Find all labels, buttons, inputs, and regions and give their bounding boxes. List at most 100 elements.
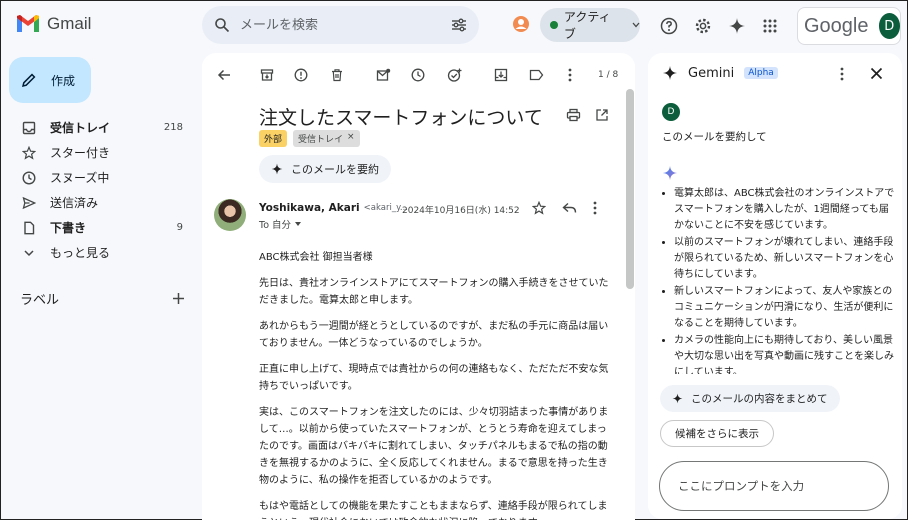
more-vert-icon[interactable] <box>840 67 844 81</box>
message-toolbar: 1 / 8 <box>202 59 635 91</box>
sidebar-item-starred[interactable]: スター付き <box>1 140 197 165</box>
print-icon[interactable] <box>566 108 581 122</box>
inbox-tag-label: 受信トレイ <box>298 135 344 145</box>
user-prompt: このメールを要約して <box>662 131 767 143</box>
gemini-spark-icon[interactable] <box>725 14 749 38</box>
add-label-icon[interactable] <box>172 292 185 305</box>
subject-actions <box>566 108 609 122</box>
body-paragraph: もはや電話としての機能を果たすこともままならず、連絡手段が限られてしまうという、… <box>259 501 608 520</box>
gemini-composer: このメールの内容をまとめて 候補をさらに表示 <box>648 375 902 519</box>
message-labels: 外部 受信トレイ × <box>259 130 360 147</box>
more-vert-icon[interactable] <box>562 67 578 83</box>
sidebar-item-drafts[interactable]: 下書き 9 <box>1 215 197 240</box>
sidebar-item-snoozed[interactable]: スヌーズ中 <box>1 165 197 190</box>
chevron-down-icon <box>632 22 640 28</box>
compose-button[interactable]: 作成 <box>9 57 91 103</box>
sidebar-item-inbox[interactable]: 受信トレイ 218 <box>1 115 197 140</box>
summarize-label: このメールを要約 <box>291 163 379 176</box>
sidebar-item-label: 送信済み <box>50 196 99 210</box>
draft-icon <box>21 221 37 235</box>
suggestion-chip-summarize[interactable]: このメールの内容をまとめて <box>660 385 840 412</box>
chevron-down-icon <box>21 249 37 257</box>
body-paragraph: 先日は、貴社オンラインストアにてスマートフォンの購入手続きをさせていただきました… <box>259 278 609 306</box>
clock-icon <box>21 170 37 185</box>
back-arrow-icon[interactable] <box>216 67 232 83</box>
sender-info: Yoshikawa, Akari <akari_y... <box>259 202 408 214</box>
close-icon[interactable] <box>870 67 883 80</box>
more-suggestions-label: 候補をさらに表示 <box>675 428 759 440</box>
summarize-button[interactable]: このメールを要約 <box>259 155 391 183</box>
search-input[interactable] <box>240 17 451 33</box>
search-bar[interactable] <box>202 6 479 44</box>
inbox-tag: 受信トレイ × <box>293 130 360 147</box>
status-selector[interactable]: アクティブ <box>540 8 640 42</box>
account-avatar[interactable]: D <box>878 13 900 39</box>
sidebar-item-label: もっと見る <box>50 246 111 260</box>
reply-icon[interactable] <box>562 201 577 215</box>
scrollbar-thumb[interactable] <box>626 89 634 289</box>
prompt-input-box[interactable] <box>659 461 889 511</box>
prompt-input[interactable] <box>678 479 868 493</box>
user-avatar: D <box>662 103 680 121</box>
body-paragraph: 実は、このスマートフォンを注文したのには、少々切羽詰まった事情がありまして…。以… <box>259 407 609 486</box>
app-name: Gmail <box>47 14 92 33</box>
sidebar-item-label: スヌーズ中 <box>50 171 110 185</box>
summary-bullet: 以前のスマートフォンが壊れてしまい、連絡手段が限られているため、新しいスマートフ… <box>674 235 898 283</box>
sidebar-item-more[interactable]: もっと見る <box>1 240 197 265</box>
message-pane: 1 / 8 注文したスマートフォンについて 外部 受信トレイ × このメールを要… <box>202 53 635 520</box>
gmail-m-icon <box>15 14 41 34</box>
sender-name[interactable]: Yoshikawa, Akari <box>259 202 360 214</box>
snooze-clock-icon[interactable] <box>410 67 426 83</box>
apps-grid-icon[interactable] <box>758 14 782 38</box>
remove-label-icon[interactable]: × <box>347 132 355 145</box>
gmail-logo[interactable]: Gmail <box>15 14 91 34</box>
summary-bullet: 電算太郎は、ABC株式会社のオンラインストアでスマートフォンを購入したが、1週間… <box>674 186 898 234</box>
report-spam-icon[interactable] <box>293 67 309 83</box>
sidebar-item-label: 受信トレイ <box>50 121 111 135</box>
unread-count: 218 <box>163 122 183 133</box>
more-suggestions-button[interactable]: 候補をさらに表示 <box>660 420 774 447</box>
summary-bullet: 新しいスマートフォンによって、友人や家族とのコミュニケーションが円滑になり、生活… <box>674 284 898 332</box>
star-icon <box>21 145 37 160</box>
sidebar-item-label: 下書き <box>50 221 87 235</box>
recipient-line[interactable]: To 自分 <box>259 217 302 231</box>
message-subject: 注文したスマートフォンについて <box>259 107 543 129</box>
top-bar: Gmail アクティブ Google D <box>1 1 907 53</box>
filter-options-icon[interactable] <box>451 18 467 32</box>
label-tag-icon[interactable] <box>528 67 544 83</box>
move-to-icon[interactable] <box>493 67 509 83</box>
sender-avatar[interactable] <box>214 199 246 231</box>
recipient-label: To 自分 <box>259 220 292 231</box>
gemini-spark-icon <box>271 163 283 175</box>
settings-gear-icon[interactable] <box>691 14 715 38</box>
labels-section: ラベル <box>20 289 185 308</box>
gemini-response-spark-icon <box>662 165 678 181</box>
open-new-window-icon[interactable] <box>595 108 609 122</box>
gemini-title: Gemini <box>688 65 735 81</box>
message-pager: 1 / 8 <box>598 70 619 80</box>
delete-trash-icon[interactable] <box>329 67 345 83</box>
gemini-spark-icon <box>672 393 683 404</box>
external-tag: 外部 <box>259 130 288 147</box>
add-task-icon[interactable] <box>446 67 462 83</box>
more-vert-icon[interactable] <box>593 201 597 215</box>
sidebar-item-sent[interactable]: 送信済み <box>1 190 197 215</box>
sidebar-item-label: スター付き <box>50 146 111 160</box>
suggestion-label: このメールの内容をまとめて <box>691 393 828 405</box>
google-account-box[interactable]: Google D <box>797 7 901 45</box>
inbox-icon <box>21 121 37 135</box>
compose-label: 作成 <box>51 73 76 88</box>
caret-down-icon <box>294 221 302 227</box>
summary-bullet: カメラの性能向上にも期待しており、美しい風景や大切な思い出を写真や動画に残すこと… <box>674 333 898 374</box>
star-icon[interactable] <box>532 201 546 215</box>
mark-unread-icon[interactable] <box>375 67 391 83</box>
body-paragraph: ABC株式会社 御担当者様 <box>259 252 373 263</box>
help-icon[interactable] <box>657 14 681 38</box>
status-account-icon[interactable] <box>512 15 530 33</box>
status-label: アクティブ <box>563 10 611 41</box>
user-message-avatar: D <box>662 103 680 121</box>
archive-icon[interactable] <box>259 67 275 83</box>
search-icon[interactable] <box>214 17 230 33</box>
draft-count: 9 <box>176 222 183 233</box>
alpha-badge: Alpha <box>744 67 778 79</box>
